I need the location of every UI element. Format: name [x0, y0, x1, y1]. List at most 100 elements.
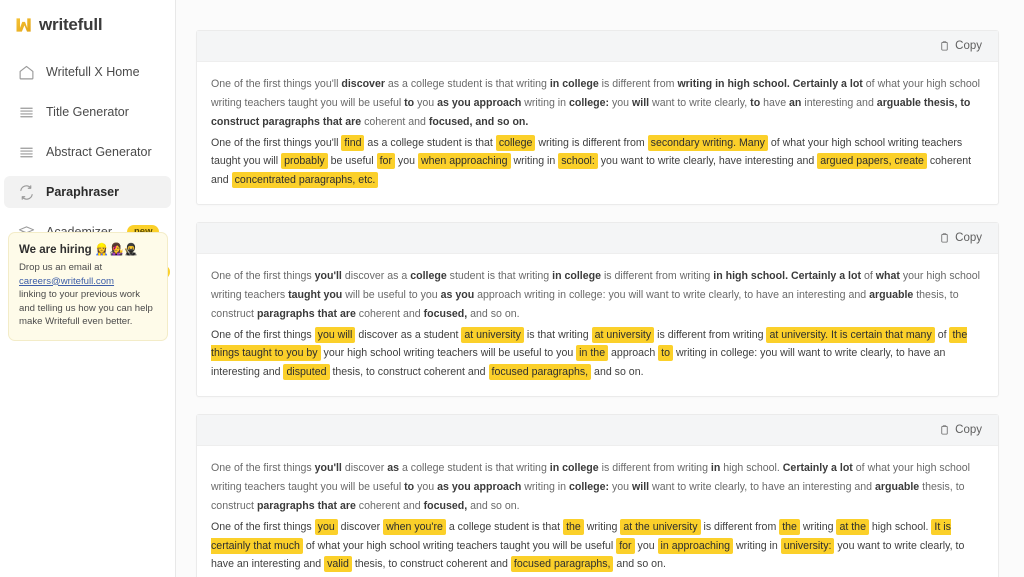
sidebar-item-paraphraser[interactable]: Paraphraser [4, 176, 171, 208]
highlighted-edit[interactable]: secondary writing. Many [647, 134, 768, 151]
highlighted-edit[interactable]: you [314, 518, 338, 535]
highlighted-edit[interactable]: focused paragraphs, [488, 364, 592, 381]
highlighted-edit[interactable]: valid [324, 556, 352, 573]
highlighted-edit[interactable]: find [341, 134, 365, 151]
highlighted-edit[interactable]: in the [576, 345, 609, 362]
hiring-line-1: Drop us an email at [19, 262, 103, 273]
result-card: Copy One of the first things you'll disc… [196, 414, 999, 577]
paraphrased-text[interactable]: One of the first things you'll find as a… [211, 134, 984, 191]
highlighted-edit[interactable]: at the [836, 518, 869, 535]
sidebar-item-writefull-x-home[interactable]: Writefull X Home [4, 56, 171, 88]
highlighted-edit[interactable]: school: [558, 153, 598, 170]
clipboard-icon [939, 40, 950, 52]
writefull-w-logo-icon [16, 18, 31, 32]
app-root: writefull Writefull X Home Title Generat… [0, 0, 1024, 577]
highlighted-edit[interactable]: when you're [383, 518, 446, 535]
original-text: One of the first things you'll discover … [211, 78, 981, 128]
bold-text: college: [569, 480, 610, 493]
hiring-title: We are hiring 👷‍♀️👩‍🎤🥷 [19, 244, 138, 256]
lines-icon [17, 143, 35, 161]
highlighted-edit[interactable]: the [779, 518, 800, 535]
bold-text: taught you [288, 288, 343, 301]
bold-text: focused, [423, 499, 468, 512]
highlighted-edit[interactable]: in approaching [657, 537, 734, 554]
highlighted-edit[interactable]: at the university [620, 518, 701, 535]
highlighted-edit[interactable]: at university [461, 326, 524, 343]
bold-text: to [404, 480, 415, 493]
brand-name: writefull [39, 15, 103, 34]
copy-button-label: Copy [955, 40, 982, 52]
hiring-body: Drop us an email at careers@writefull.co… [19, 261, 157, 329]
highlighted-edit[interactable]: probably [281, 153, 328, 170]
bold-text: paragraphs that are [256, 307, 356, 320]
bold-text: arguable [875, 480, 920, 493]
original-text: One of the first things you'll discover … [211, 462, 971, 512]
copy-button[interactable]: Copy [935, 37, 986, 55]
paraphrased-text[interactable]: One of the first things you discover whe… [211, 518, 984, 575]
brand-logo[interactable]: writefull [0, 0, 175, 38]
result-card: Copy One of the first things you'll disc… [196, 30, 999, 206]
result-card-header: Copy [197, 31, 998, 62]
highlighted-edit[interactable]: for [616, 537, 635, 554]
original-text: One of the first things you'll discover … [211, 270, 980, 320]
highlighted-edit[interactable]: at university. It is certain that many [766, 326, 935, 343]
bold-text: in college [549, 78, 599, 90]
bold-text: an [789, 96, 802, 109]
result-card-body: One of the first things you'll discover … [197, 446, 998, 577]
bold-text: as you approach [437, 96, 522, 109]
bold-text: as you [440, 288, 475, 301]
bold-text: in high school. Certainly a lot [713, 270, 862, 283]
copy-button[interactable]: Copy [935, 421, 986, 439]
highlighted-edit[interactable]: college [495, 134, 536, 151]
highlighted-edit[interactable]: argued papers, create [817, 153, 927, 170]
bold-text: you'll [314, 270, 342, 283]
paraphraser-results-panel: Copy One of the first things you'll disc… [176, 0, 1024, 577]
highlighted-edit[interactable]: at university [591, 326, 655, 343]
bold-text: in college [552, 270, 601, 283]
bold-text: writing in high school. Certainly a lot [677, 78, 863, 90]
bold-text: in college [549, 462, 599, 475]
sidebar-item-label: Title Generator [46, 105, 129, 119]
bold-text: college: [569, 96, 610, 109]
copy-button-label: Copy [955, 232, 982, 245]
bold-text: focused, and so on. [428, 115, 529, 128]
sidebar-item-title-generator[interactable]: Title Generator [4, 96, 171, 128]
highlighted-edit[interactable]: when approaching [417, 153, 511, 170]
refresh-cycle-icon [17, 183, 35, 201]
lines-icon [17, 103, 35, 121]
highlighted-edit[interactable]: for [376, 153, 395, 170]
result-card-body: One of the first things you'll discover … [197, 254, 998, 396]
highlighted-edit[interactable]: focused paragraphs, [510, 556, 614, 573]
sidebar-item-label: Abstract Generator [46, 145, 152, 159]
bold-text: as you approach [437, 480, 522, 493]
hiring-callout: We are hiring 👷‍♀️👩‍🎤🥷 Drop us an email … [8, 232, 168, 342]
highlighted-edit[interactable]: university: [780, 537, 835, 554]
bold-text: to [404, 96, 415, 109]
paraphrased-text[interactable]: One of the first things you will discove… [211, 326, 984, 383]
highlighted-edit[interactable]: the [563, 518, 584, 535]
highlighted-edit[interactable]: to [658, 345, 673, 362]
home-icon [17, 63, 35, 81]
result-card-body: One of the first things you'll discover … [197, 62, 998, 204]
bold-text: as [387, 462, 400, 475]
bold-text: arguable [869, 288, 914, 301]
bold-text: discover [341, 78, 385, 90]
result-card: Copy One of the first things you'll disc… [196, 222, 999, 398]
hiring-line-2: linking to your previous work and tellin… [19, 289, 153, 328]
highlighted-edit[interactable]: you will [314, 326, 356, 343]
highlighted-edit[interactable]: concentrated paragraphs, etc. [231, 172, 379, 189]
bold-text: college [410, 270, 447, 283]
sidebar-item-abstract-generator[interactable]: Abstract Generator [4, 136, 171, 168]
sidebar: writefull Writefull X Home Title Generat… [0, 0, 176, 577]
clipboard-icon [939, 232, 950, 244]
copy-button[interactable]: Copy [935, 229, 986, 247]
bold-text: paragraphs that are [256, 499, 356, 512]
bold-text: will [632, 96, 650, 109]
bold-text: Certainly a lot [782, 462, 853, 475]
sidebar-item-label: Writefull X Home [46, 65, 140, 79]
bold-text: will [632, 480, 650, 493]
sidebar-item-label: Paraphraser [46, 185, 119, 199]
bold-text: in [710, 462, 721, 475]
careers-email-link[interactable]: careers@writefull.com [19, 276, 114, 287]
highlighted-edit[interactable]: disputed [283, 364, 330, 381]
